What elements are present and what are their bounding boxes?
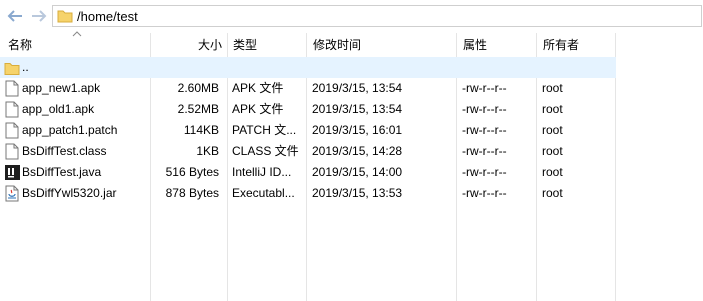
folder-icon bbox=[4, 63, 20, 75]
table-row[interactable]: BsDiffYwl5320.jar 878 Bytes Executabl...… bbox=[0, 183, 616, 204]
column-header: 名称 大小 类型 修改时间 属性 所有者 bbox=[0, 31, 703, 57]
file-size: 1KB bbox=[196, 144, 219, 158]
file-owner: root bbox=[542, 165, 563, 179]
file-size: 878 Bytes bbox=[165, 186, 219, 200]
file-owner: root bbox=[542, 81, 563, 95]
forward-button[interactable] bbox=[30, 8, 48, 24]
document-icon bbox=[5, 101, 19, 118]
header-type[interactable]: 类型 bbox=[227, 33, 305, 57]
file-attributes: -rw-r--r-- bbox=[462, 81, 507, 95]
document-icon bbox=[5, 143, 19, 160]
file-modified: 2019/3/15, 13:54 bbox=[312, 102, 403, 116]
file-modified: 2019/3/15, 14:00 bbox=[312, 165, 403, 179]
file-owner: root bbox=[542, 144, 563, 158]
file-type: PATCH 文... bbox=[232, 123, 297, 137]
file-attributes: -rw-r--r-- bbox=[462, 123, 507, 137]
table-row[interactable]: app_new1.apk 2.60MB APK 文件 2019/3/15, 13… bbox=[0, 78, 616, 99]
parent-folder-row[interactable]: .. bbox=[0, 57, 616, 78]
file-owner: root bbox=[542, 102, 563, 116]
file-owner: root bbox=[542, 186, 563, 200]
header-owner[interactable]: 所有者 bbox=[537, 33, 615, 57]
file-modified: 2019/3/15, 14:28 bbox=[312, 144, 403, 158]
file-name: BsDiffYwl5320.jar bbox=[22, 186, 117, 200]
toolbar: /home/test bbox=[0, 0, 703, 33]
address-bar[interactable]: /home/test bbox=[52, 5, 702, 27]
header-attributes[interactable]: 属性 bbox=[457, 33, 535, 57]
file-size: 516 Bytes bbox=[165, 165, 219, 179]
file-attributes: -rw-r--r-- bbox=[462, 144, 507, 158]
file-type: APK 文件 bbox=[232, 102, 284, 116]
header-modified[interactable]: 修改时间 bbox=[307, 33, 457, 57]
file-size: 114KB bbox=[183, 123, 219, 137]
file-attributes: -rw-r--r-- bbox=[462, 186, 507, 200]
file-modified: 2019/3/15, 13:53 bbox=[312, 186, 403, 200]
header-name[interactable]: 名称 bbox=[2, 33, 150, 57]
file-name: BsDiffTest.class bbox=[22, 144, 107, 158]
document-icon bbox=[5, 122, 19, 139]
file-type: CLASS 文件 bbox=[232, 144, 299, 158]
file-modified: 2019/3/15, 16:01 bbox=[312, 123, 403, 137]
file-type: IntelliJ ID... bbox=[232, 165, 292, 179]
back-button[interactable] bbox=[6, 8, 24, 24]
file-name: BsDiffTest.java bbox=[22, 165, 102, 179]
file-name: app_new1.apk bbox=[22, 81, 101, 95]
table-row[interactable]: app_patch1.patch 114KB PATCH 文... 2019/3… bbox=[0, 120, 616, 141]
file-size: 2.60MB bbox=[177, 81, 219, 95]
folder-icon bbox=[57, 10, 73, 23]
intellij-icon bbox=[5, 165, 20, 180]
document-icon bbox=[5, 80, 19, 97]
file-name: app_old1.apk bbox=[22, 102, 95, 116]
header-size[interactable]: 大小 bbox=[150, 33, 228, 57]
table-row[interactable]: BsDiffTest.java 516 Bytes IntelliJ ID...… bbox=[0, 162, 616, 183]
file-modified: 2019/3/15, 13:54 bbox=[312, 81, 403, 95]
file-attributes: -rw-r--r-- bbox=[462, 165, 507, 179]
arrow-left-icon bbox=[7, 10, 22, 22]
file-owner: root bbox=[542, 123, 563, 137]
jar-icon bbox=[5, 185, 19, 202]
file-size: 2.52MB bbox=[177, 102, 219, 116]
file-type: APK 文件 bbox=[232, 81, 284, 95]
table-row[interactable]: app_old1.apk 2.52MB APK 文件 2019/3/15, 13… bbox=[0, 99, 616, 120]
address-path: /home/test bbox=[77, 9, 138, 24]
file-type: Executabl... bbox=[232, 186, 295, 200]
file-attributes: -rw-r--r-- bbox=[462, 102, 507, 116]
table-row[interactable]: BsDiffTest.class 1KB CLASS 文件 2019/3/15,… bbox=[0, 141, 616, 162]
file-name: app_patch1.patch bbox=[22, 123, 118, 137]
file-name: .. bbox=[22, 60, 29, 74]
arrow-right-icon bbox=[32, 10, 47, 22]
